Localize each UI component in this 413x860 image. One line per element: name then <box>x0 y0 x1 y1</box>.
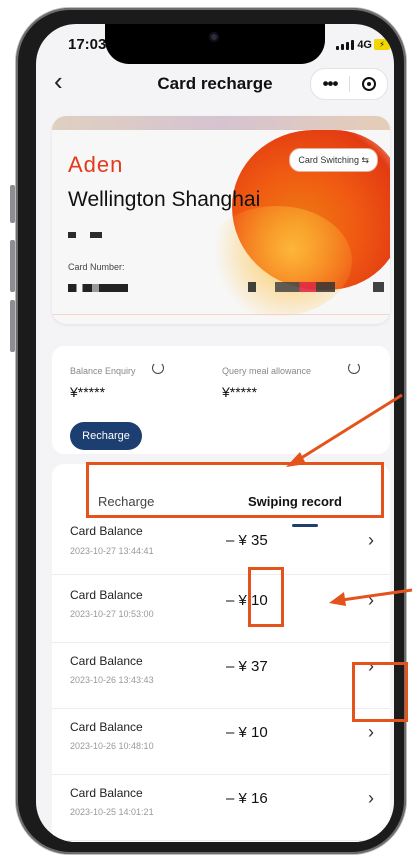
record-title: Card Balance <box>70 524 143 538</box>
side-button-2 <box>10 240 15 292</box>
balance-value: ¥***** <box>70 384 106 400</box>
record-date: 2023-10-27 13:44:41 <box>70 546 154 556</box>
status-time: 17:03 <box>68 36 107 53</box>
chevron-right-icon[interactable]: › <box>368 788 374 809</box>
record-amount: – ¥ 16 <box>226 790 268 807</box>
masked-card-number <box>68 284 128 292</box>
record-amount: – ¥ 37 <box>226 658 268 675</box>
record-amount: – ¥ 10 <box>226 724 268 741</box>
highlight-amount-box <box>248 567 284 627</box>
card-decoration-glow <box>202 206 352 316</box>
brand-logo: Aden <box>68 152 124 177</box>
camera-icon <box>209 32 219 42</box>
card-bottom-line <box>52 314 390 315</box>
masked-card-number <box>248 282 384 292</box>
list-item[interactable]: Card Balance 2023-10-27 13:44:41 – ¥ 35 … <box>52 522 390 575</box>
meal-allowance-label: Query meal allowance <box>222 366 312 376</box>
highlight-tabs-box <box>86 462 384 518</box>
close-target-button[interactable] <box>350 77 387 91</box>
list-item[interactable]: Card Balance 2023-10-27 10:53:00 – ¥ 10 … <box>52 576 390 643</box>
chevron-right-icon[interactable]: › <box>368 530 374 551</box>
card-holder-name: Wellington Shanghai <box>68 188 261 211</box>
record-title: Card Balance <box>70 786 143 800</box>
masked-block <box>90 232 102 238</box>
nav-bar: ‹ Card recharge ••• <box>36 64 394 104</box>
record-title: Card Balance <box>70 720 143 734</box>
recharge-button[interactable]: Recharge <box>70 422 142 450</box>
mini-program-capsule: ••• <box>310 68 388 100</box>
network-type: 4G <box>357 39 372 51</box>
target-icon <box>361 77 376 91</box>
refresh-allowance-icon[interactable] <box>348 362 360 374</box>
record-amount: – ¥ 35 <box>226 532 268 549</box>
balance-enquiry-label: Balance Enquiry <box>70 366 136 376</box>
app-screen: 17:03 4G ⚡ ‹ Card recharge ••• Aden Card… <box>36 24 394 842</box>
highlight-chevron-box <box>352 662 408 722</box>
dynamic-island <box>105 24 325 64</box>
list-item[interactable]: Card Balance 2023-10-26 13:43:43 – ¥ 37 … <box>52 642 390 709</box>
card-number-label: Card Number: <box>68 262 125 272</box>
chevron-right-icon[interactable]: › <box>368 590 374 611</box>
side-button-1 <box>10 185 15 223</box>
record-date: 2023-10-27 10:53:00 <box>70 609 154 619</box>
record-title: Card Balance <box>70 588 143 602</box>
card-switching-button[interactable]: Card Switching ⇆ <box>289 148 378 172</box>
meal-allowance-value: ¥***** <box>222 384 258 400</box>
records-panel: Recharge Swiping record Card Balance 202… <box>52 464 390 842</box>
battery-icon: ⚡ <box>374 39 390 50</box>
list-item[interactable]: Card Balance 2023-10-26 10:48:10 – ¥ 10 … <box>52 708 390 775</box>
more-button[interactable]: ••• <box>311 74 349 94</box>
member-card: Aden Card Switching ⇆ Wellington Shangha… <box>52 116 390 324</box>
signal-icon <box>336 40 354 50</box>
balance-panel: Balance Enquiry ¥***** Query meal allowa… <box>52 346 390 454</box>
record-date: 2023-10-25 14:01:21 <box>70 807 154 817</box>
chevron-right-icon[interactable]: › <box>368 722 374 743</box>
record-date: 2023-10-26 10:48:10 <box>70 741 154 751</box>
record-title: Card Balance <box>70 654 143 668</box>
side-button-3 <box>10 300 15 352</box>
list-item[interactable]: Card Balance 2023-10-25 14:01:21 – ¥ 16 … <box>52 774 390 841</box>
masked-block <box>68 232 76 238</box>
card-top-stripe <box>52 116 390 130</box>
refresh-balance-icon[interactable] <box>152 362 164 374</box>
record-date: 2023-10-26 13:43:43 <box>70 675 154 685</box>
